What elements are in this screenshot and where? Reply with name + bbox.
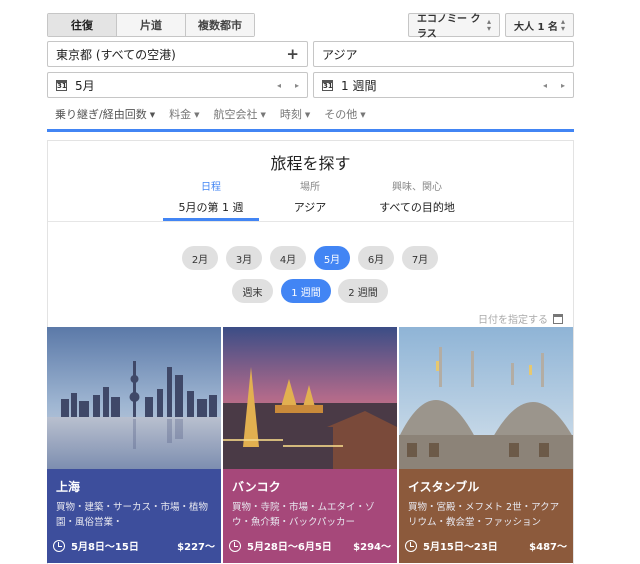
- filter-bar: 乗り継ぎ/経由回数 ▼ 料金 ▼ 航空会社 ▼ 時刻 ▼ その他 ▼: [55, 106, 366, 122]
- origin-value: 東京都 (すべての空港): [56, 47, 176, 62]
- section-divider: [47, 129, 574, 132]
- month-chip[interactable]: 2月: [182, 246, 218, 270]
- caret-down-icon: ▼: [260, 111, 266, 119]
- destination-city: バンコク: [232, 480, 281, 494]
- month-chip[interactable]: 4月: [270, 246, 306, 270]
- date-value: 5月: [75, 78, 95, 93]
- prev-duration-arrow[interactable]: ◂: [543, 81, 547, 90]
- filter-stops[interactable]: 乗り継ぎ/経由回数 ▼: [55, 106, 155, 122]
- tab-place[interactable]: 場所 アジア: [262, 178, 358, 215]
- destination-tags: 買物・寺院・市場・ムエタイ・ゾウ・魚介類・バックパッカー: [232, 502, 375, 528]
- filter-time[interactable]: 時刻 ▼: [280, 106, 310, 122]
- tab-interest-label: 興味、関心: [392, 182, 442, 193]
- trip-price: $294〜: [353, 542, 391, 553]
- trip-dates: 5月15日〜23日: [423, 542, 498, 553]
- trip-duration-field[interactable]: 31 1 週間 ◂ ▸: [313, 72, 574, 98]
- filter-price[interactable]: 料金 ▼: [169, 106, 199, 122]
- trip-type-selector: 往復 片道 複数都市: [47, 13, 255, 37]
- calendar-icon: 31: [322, 79, 333, 91]
- tab-date-label: 日程: [201, 182, 221, 193]
- cabin-class-label: エコノミー クラス: [417, 14, 481, 40]
- next-duration-arrow[interactable]: ▸: [561, 81, 565, 90]
- trip-type-one-way[interactable]: 片道: [117, 14, 186, 36]
- caret-down-icon: ▼: [304, 111, 311, 119]
- clock-icon: [405, 539, 417, 552]
- trip-dates: 5月28日〜6月5日: [247, 542, 332, 553]
- passengers-label: 大人 1 名: [514, 21, 558, 33]
- card-info: 上海 買物・建築・サーカス・市場・植物園・風俗営業・ 5月8日〜15日 $227…: [47, 469, 221, 563]
- updown-arrow-icon: ▴ ▾: [560, 17, 565, 33]
- explore-title: 旅程を探す: [270, 154, 351, 173]
- duration-chip-two-weeks[interactable]: 2 週間: [338, 279, 388, 303]
- destination-city: 上海: [56, 480, 81, 494]
- duration-value: 1 週間: [341, 78, 377, 93]
- filter-airline[interactable]: 航空会社 ▼: [214, 106, 266, 122]
- clock-icon: [229, 539, 241, 552]
- trip-price: $487〜: [529, 542, 567, 553]
- destination-city: イスタンブル: [408, 480, 480, 494]
- month-chip[interactable]: 3月: [226, 246, 262, 270]
- destination-card-istanbul[interactable]: イスタンブル 買物・宮殿・メフメト 2世・アクアリウム・教会堂・ファッション 5…: [399, 327, 573, 563]
- month-chip[interactable]: 6月: [358, 246, 394, 270]
- origin-field[interactable]: 東京都 (すべての空港) +: [47, 41, 308, 67]
- updown-arrow-icon: ▴ ▾: [486, 17, 491, 33]
- duration-chip-weekend[interactable]: 週末: [232, 279, 273, 303]
- destination-tags: 買物・宮殿・メフメト 2世・アクアリウム・教会堂・ファッション: [408, 502, 560, 528]
- card-info: イスタンブル 買物・宮殿・メフメト 2世・アクアリウム・教会堂・ファッション 5…: [399, 469, 573, 563]
- destination-card-bangkok[interactable]: バンコク 買物・寺院・市場・ムエタイ・ゾウ・魚介類・バックパッカー 5月28日〜…: [223, 327, 397, 563]
- bangkok-photo: [223, 327, 397, 469]
- caret-down-icon: ▼: [149, 111, 156, 119]
- next-date-arrow[interactable]: ▸: [295, 81, 299, 90]
- tab-place-label: 場所: [300, 182, 320, 193]
- tab-date-value: 5月の第 1 週: [178, 201, 244, 214]
- cabin-class-dropdown[interactable]: エコノミー クラス ▴ ▾: [408, 13, 500, 40]
- destination-value: アジア: [322, 47, 358, 62]
- istanbul-photo: [399, 327, 573, 469]
- tabs-divider: [48, 221, 573, 222]
- duration-chip-one-week[interactable]: 1 週間: [281, 279, 331, 303]
- trip-price: $227〜: [177, 542, 215, 553]
- trip-type-multi-city[interactable]: 複数都市: [186, 14, 254, 36]
- add-origin-button[interactable]: +: [286, 45, 299, 63]
- month-chip[interactable]: 7月: [402, 246, 438, 270]
- calendar-icon: [553, 313, 563, 324]
- tab-interest-value: すべての目的地: [379, 201, 455, 214]
- filter-more[interactable]: その他 ▼: [324, 106, 365, 122]
- prev-date-arrow[interactable]: ◂: [277, 81, 281, 90]
- destination-tags: 買物・建築・サーカス・市場・植物園・風俗営業・: [56, 502, 209, 528]
- clock-icon: [53, 539, 65, 552]
- month-chip-selected[interactable]: 5月: [314, 246, 350, 270]
- trip-type-round-trip[interactable]: 往復: [48, 14, 117, 36]
- caret-down-icon: ▼: [360, 111, 366, 119]
- calendar-icon: 31: [56, 79, 67, 91]
- shanghai-photo: [47, 327, 221, 469]
- caret-down-icon: ▼: [194, 111, 200, 119]
- pick-date-link[interactable]: 日付を指定する: [478, 311, 563, 326]
- tab-date[interactable]: 日程 5月の第 1 週: [163, 178, 259, 215]
- destination-card-shanghai[interactable]: 上海 買物・建築・サーカス・市場・植物園・風俗営業・ 5月8日〜15日 $227…: [47, 327, 221, 563]
- card-info: バンコク 買物・寺院・市場・ムエタイ・ゾウ・魚介類・バックパッカー 5月28日〜…: [223, 469, 397, 563]
- tab-place-value: アジア: [293, 201, 327, 214]
- departure-date-field[interactable]: 31 5月 ◂ ▸: [47, 72, 308, 98]
- passengers-dropdown[interactable]: 大人 1 名 ▴ ▾: [505, 13, 574, 37]
- pick-date-label: 日付を指定する: [478, 315, 548, 326]
- tab-interest[interactable]: 興味、関心 すべての目的地: [365, 178, 469, 215]
- destination-field[interactable]: アジア: [313, 41, 574, 67]
- trip-dates: 5月8日〜15日: [71, 542, 139, 553]
